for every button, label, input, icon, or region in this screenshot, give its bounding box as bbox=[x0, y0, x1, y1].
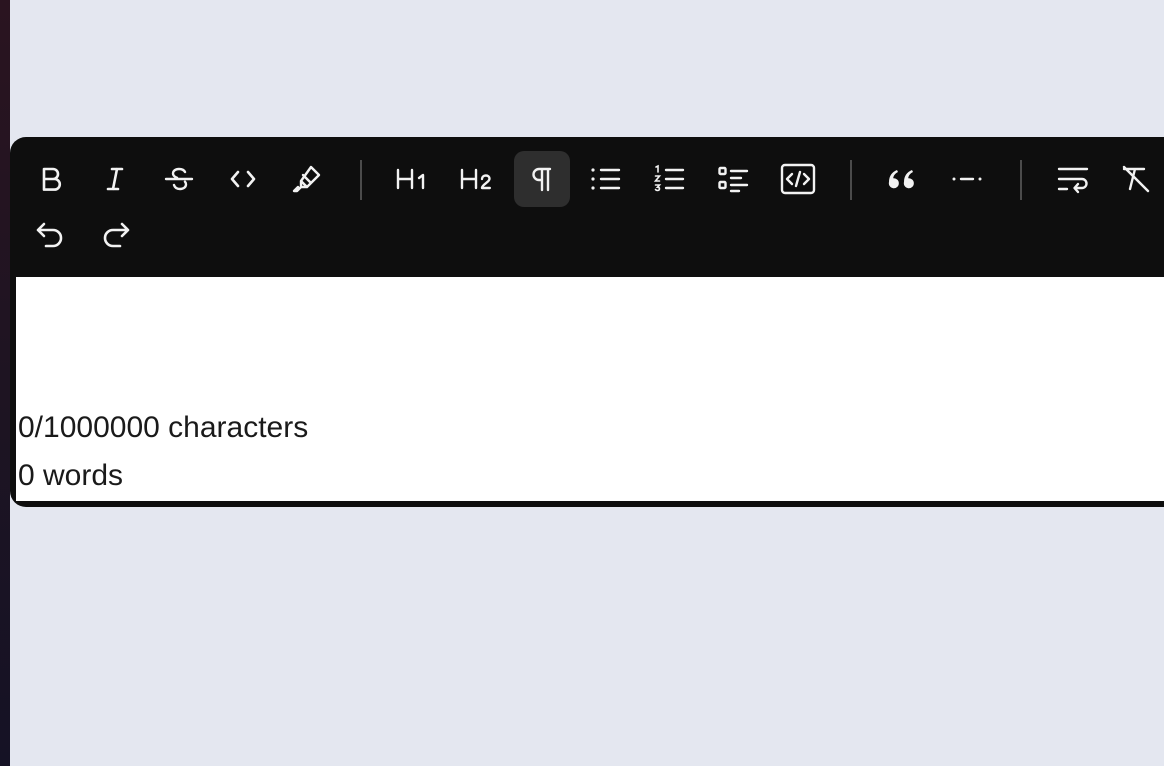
redo-button[interactable] bbox=[87, 207, 143, 263]
rich-text-editor: 0/1000000 characters 0 words bbox=[10, 137, 1164, 507]
background-window-edge bbox=[0, 0, 10, 766]
clear-format-icon bbox=[1122, 165, 1150, 193]
heading-1-icon bbox=[396, 168, 425, 190]
redo-icon bbox=[103, 222, 130, 248]
blockquote-button[interactable] bbox=[875, 151, 931, 207]
strikethrough-icon bbox=[164, 167, 194, 191]
inline-code-button[interactable] bbox=[215, 151, 271, 207]
highlight-button[interactable] bbox=[279, 151, 335, 207]
bold-button[interactable] bbox=[23, 151, 79, 207]
toolbar-separator bbox=[850, 160, 852, 200]
paragraph-button[interactable] bbox=[514, 151, 570, 207]
quote-icon bbox=[888, 170, 914, 189]
editor-content-area[interactable]: 0/1000000 characters 0 words bbox=[16, 277, 1164, 501]
task-list-button[interactable] bbox=[706, 151, 762, 207]
undo-button[interactable] bbox=[23, 207, 79, 263]
horizontal-rule-icon bbox=[952, 177, 982, 181]
character-count: 0/1000000 characters bbox=[18, 411, 309, 444]
clear-format-button[interactable] bbox=[1109, 151, 1164, 207]
code-block-button[interactable] bbox=[770, 151, 826, 207]
task-list-icon bbox=[718, 166, 749, 193]
highlighter-icon bbox=[292, 165, 321, 193]
text-wrap-icon bbox=[1057, 167, 1089, 194]
heading-1-button[interactable] bbox=[385, 151, 441, 207]
pilcrow-icon bbox=[532, 167, 552, 192]
horizontal-rule-button[interactable] bbox=[939, 151, 995, 207]
ordered-list-icon bbox=[653, 164, 685, 192]
ordered-list-button[interactable] bbox=[642, 151, 698, 207]
bold-icon bbox=[42, 167, 62, 191]
editor-toolbar bbox=[10, 137, 1164, 277]
italic-icon bbox=[106, 167, 124, 191]
toolbar-separator bbox=[1020, 160, 1022, 200]
heading-2-button[interactable] bbox=[449, 151, 505, 207]
code-block-icon bbox=[780, 163, 816, 195]
bullet-list-button[interactable] bbox=[578, 151, 634, 207]
undo-icon bbox=[36, 222, 63, 248]
heading-2-icon bbox=[460, 168, 491, 190]
italic-button[interactable] bbox=[87, 151, 143, 207]
toolbar-separator bbox=[360, 160, 362, 200]
bullet-list-icon bbox=[591, 168, 621, 190]
code-icon bbox=[230, 170, 256, 188]
hard-break-button[interactable] bbox=[1045, 151, 1101, 207]
word-count: 0 words bbox=[18, 459, 124, 492]
strikethrough-button[interactable] bbox=[151, 151, 207, 207]
